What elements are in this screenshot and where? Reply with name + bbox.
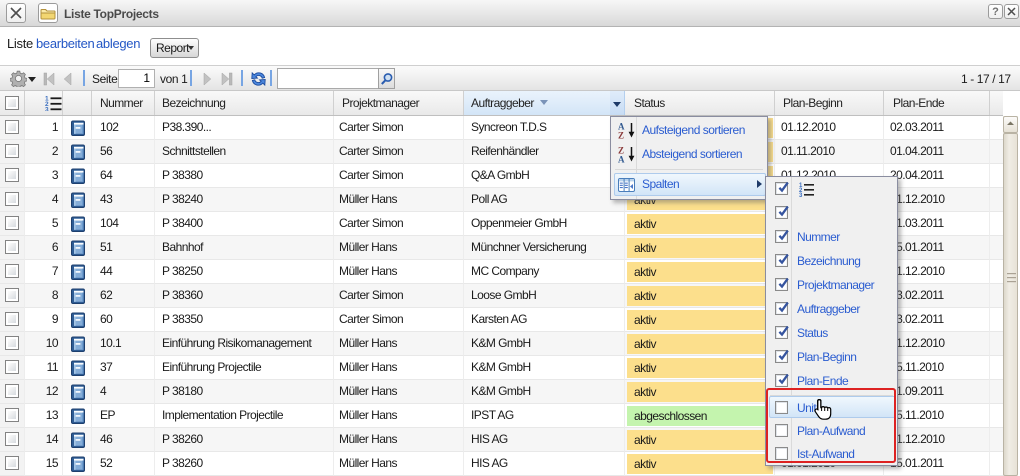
svg-text:A: A [618, 155, 625, 165]
svg-text:3: 3 [799, 193, 803, 197]
svg-text:Z: Z [618, 131, 624, 141]
svg-text:3: 3 [45, 107, 49, 112]
